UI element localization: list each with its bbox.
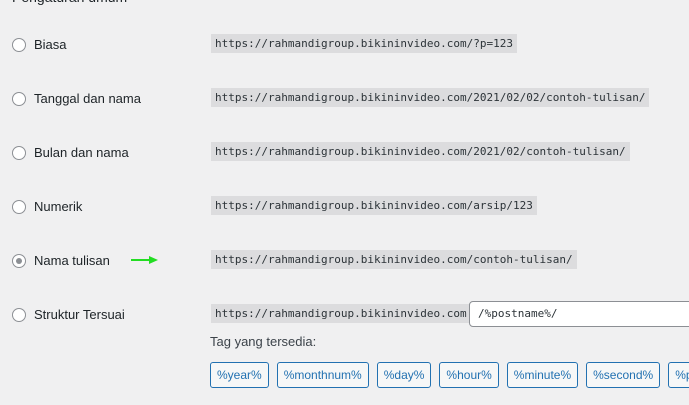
example-url-biasa: https://rahmandigroup.bikininvideo.com/?… <box>211 34 518 53</box>
tag-year-button[interactable]: %year% <box>210 362 269 388</box>
option-label-numerik[interactable]: Numerik <box>34 199 82 214</box>
green-arrow-icon <box>131 256 158 264</box>
example-url-numerik: https://rahmandigroup.bikininvideo.com/a… <box>211 196 537 215</box>
custom-structure-input[interactable]: /%postname%/ <box>469 301 689 327</box>
tag-hour-button[interactable]: %hour% <box>439 362 499 388</box>
option-label-tanggal-dan-nama[interactable]: Tanggal dan nama <box>34 91 141 106</box>
radio-tanggal-dan-nama[interactable] <box>12 92 26 106</box>
section-heading-partial: Pengaturan umum <box>12 0 127 5</box>
permalink-option-struktur-tersuai[interactable]: Struktur Tersuai https://rahmandigroup.b… <box>0 300 689 330</box>
available-tags-title: Tag yang tersedia: <box>210 334 317 349</box>
tag-day-button[interactable]: %day% <box>376 362 432 388</box>
tag-minute-button[interactable]: %minute% <box>506 362 579 388</box>
permalink-option-numerik[interactable]: Numerik https://rahmandigroup.bikininvid… <box>0 192 689 222</box>
permalink-option-biasa[interactable]: Biasa https://rahmandigroup.bikininvideo… <box>0 30 689 60</box>
permalink-option-tanggal-dan-nama[interactable]: Tanggal dan nama https://rahmandigroup.b… <box>0 84 689 114</box>
permalink-option-nama-tulisan[interactable]: Nama tulisan https://rahmandigroup.bikin… <box>0 246 689 276</box>
tag-postname-button-partial[interactable]: %p <box>668 362 689 388</box>
radio-numerik[interactable] <box>12 200 26 214</box>
option-label-struktur-tersuai[interactable]: Struktur Tersuai <box>34 307 125 322</box>
example-url-tanggal-dan-nama: https://rahmandigroup.bikininvideo.com/2… <box>211 88 650 107</box>
custom-base-url: https://rahmandigroup.bikininvideo.com <box>211 304 471 323</box>
option-label-bulan-dan-nama[interactable]: Bulan dan nama <box>34 145 129 160</box>
radio-bulan-dan-nama[interactable] <box>12 146 26 160</box>
available-tags-list: %year% %monthnum% %day% %hour% %minute% … <box>210 362 689 388</box>
option-label-nama-tulisan[interactable]: Nama tulisan <box>34 253 110 268</box>
option-label-biasa[interactable]: Biasa <box>34 37 67 52</box>
radio-nama-tulisan[interactable] <box>12 254 26 268</box>
permalink-option-bulan-dan-nama[interactable]: Bulan dan nama https://rahmandigroup.bik… <box>0 138 689 168</box>
tag-monthnum-button[interactable]: %monthnum% <box>276 362 369 388</box>
tag-second-button[interactable]: %second% <box>586 362 661 388</box>
radio-biasa[interactable] <box>12 38 26 52</box>
example-url-nama-tulisan: https://rahmandigroup.bikininvideo.com/c… <box>211 250 577 269</box>
example-url-bulan-dan-nama: https://rahmandigroup.bikininvideo.com/2… <box>211 142 630 161</box>
radio-struktur-tersuai[interactable] <box>12 308 26 322</box>
